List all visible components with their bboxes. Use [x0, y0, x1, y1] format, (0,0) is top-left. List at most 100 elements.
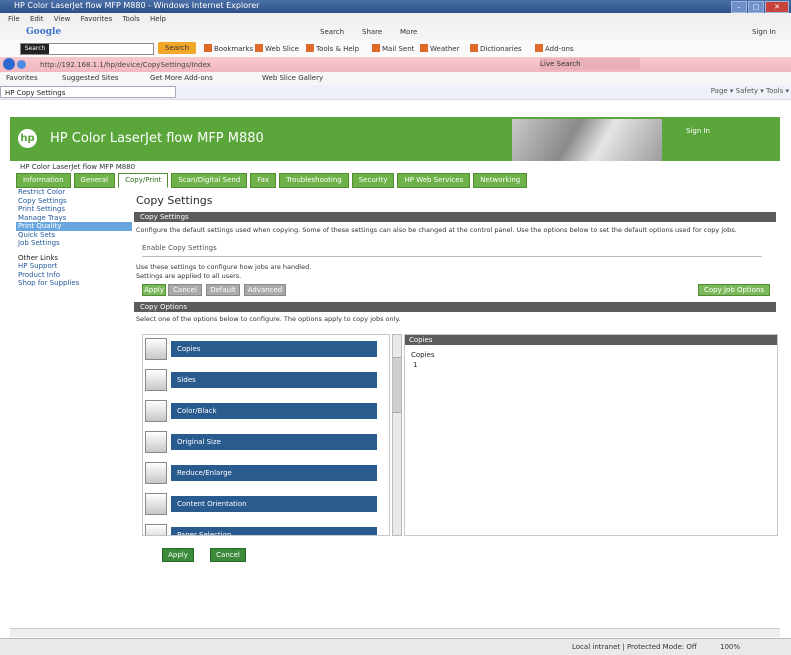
tab-troubleshooting[interactable]: Troubleshooting	[279, 173, 349, 188]
bookmark-icon	[306, 44, 314, 52]
info-text: Configure the default settings used when…	[136, 226, 737, 234]
google-toolbar: Google Search Share More Sign In	[0, 25, 791, 41]
bookmark-icon	[470, 44, 478, 52]
list-item[interactable]: Reduce/Enlarge	[145, 462, 377, 484]
advanced-button[interactable]: Advanced	[244, 284, 286, 296]
window-title: HP Color LaserJet flow MFP M880 - Window…	[14, 1, 260, 10]
signin-link[interactable]: Sign In	[686, 127, 710, 135]
list-item[interactable]: Content Orientation	[145, 493, 377, 515]
tab-security[interactable]: Security	[351, 173, 395, 188]
google-link-more[interactable]: More	[400, 28, 417, 36]
apply-button[interactable]: Apply	[142, 284, 166, 296]
sidebar-item[interactable]: Copy Settings	[16, 197, 132, 206]
bookmark-icon	[420, 44, 428, 52]
google-logo[interactable]: Google	[26, 27, 61, 37]
search-dropdown[interactable]: Search	[21, 44, 49, 54]
command-bar[interactable]: Page ▾ Safety ▾ Tools ▾	[711, 87, 789, 95]
window-titlebar: HP Color LaserJet flow MFP M880 - Window…	[0, 0, 791, 13]
favorites-link[interactable]: Get More Add-ons	[150, 74, 213, 82]
live-search-input[interactable]: Live Search	[540, 58, 640, 70]
hp-logo: hp	[18, 129, 37, 148]
menu-help[interactable]: Help	[150, 15, 166, 23]
tab-scan-digital-send[interactable]: Scan/Digital Send	[171, 173, 248, 188]
sidebar-item[interactable]: Quick Sets	[16, 231, 132, 240]
product-name: HP Color LaserJet flow MFP M880	[50, 131, 264, 146]
scroll-thumb[interactable]	[393, 357, 401, 413]
back-icon[interactable]	[3, 58, 15, 70]
tab-bar: HP Copy Settings Page ▾ Safety ▾ Tools ▾	[0, 85, 791, 100]
toolbar-search-input[interactable]: Search	[20, 43, 154, 55]
section-header: Copy Options	[134, 302, 776, 312]
detail-value[interactable]: 1	[413, 361, 417, 369]
sidebar-item[interactable]: Manage Trays	[16, 214, 132, 223]
forward-icon[interactable]	[17, 60, 26, 69]
section-header: Copy Settings	[134, 212, 776, 222]
bookmark-icon	[535, 44, 543, 52]
tab-information[interactable]: Information	[16, 173, 71, 188]
address-bar-row: http://192.168.1.1/hp/device/CopySetting…	[0, 57, 791, 73]
list-item[interactable]: Color/Black	[145, 400, 377, 422]
list-item[interactable]: Copies	[145, 338, 377, 360]
detail-header: Copies	[405, 335, 777, 345]
tab-copy-print[interactable]: Copy/Print	[118, 173, 169, 188]
cancel-button[interactable]: Cancel	[168, 284, 202, 296]
close-icon[interactable]: ✕	[765, 1, 789, 13]
status-bar: Local intranet | Protected Mode: Off 100…	[0, 638, 791, 655]
bookmark-item[interactable]: Tools & Help	[306, 44, 359, 53]
copy-icon	[145, 338, 167, 360]
favorites-link[interactable]: Web Slice Gallery	[262, 74, 323, 82]
google-signin[interactable]: Sign In	[752, 28, 776, 36]
tab-hp-copy-settings[interactable]: HP Copy Settings	[0, 86, 176, 98]
list-item[interactable]: Original Size	[145, 431, 377, 453]
tab-networking[interactable]: Networking	[473, 173, 528, 188]
tab-hp-web-services[interactable]: HP Web Services	[397, 173, 471, 188]
other-link[interactable]: Shop for Supplies	[16, 279, 132, 288]
favorites-link[interactable]: Suggested Sites	[62, 74, 119, 82]
other-links-heading: Other Links	[18, 253, 59, 262]
zoom-level[interactable]: 100%	[720, 643, 740, 651]
bookmark-item[interactable]: Mail Sent	[372, 44, 414, 53]
window-controls: – □ ✕	[731, 1, 789, 13]
options-scrollbar[interactable]	[392, 334, 402, 536]
list-item[interactable]: Sides	[145, 369, 377, 391]
other-link[interactable]: Product Info	[16, 271, 132, 280]
menu-edit[interactable]: Edit	[30, 15, 44, 23]
security-zone: Local intranet | Protected Mode: Off	[572, 643, 697, 651]
favorites-button[interactable]: Favorites	[6, 74, 38, 82]
footer-cancel-button[interactable]: Cancel	[210, 548, 246, 562]
sidebar-item[interactable]: Print Settings	[16, 205, 132, 214]
bookmark-item[interactable]: Add-ons	[535, 44, 574, 53]
bookmark-item[interactable]: Bookmarks	[204, 44, 253, 53]
footer-apply-button[interactable]: Apply	[162, 548, 194, 562]
google-link-share[interactable]: Share	[362, 28, 382, 36]
sidebar: Restrict Color Copy Settings Print Setti…	[16, 188, 132, 288]
sidebar-item[interactable]: Job Settings	[16, 239, 132, 248]
maximize-icon[interactable]: □	[748, 1, 764, 13]
menu-file[interactable]: File	[8, 15, 20, 23]
default-button[interactable]: Default	[206, 284, 240, 296]
list-item[interactable]: Paper Selection	[145, 524, 377, 535]
other-link[interactable]: HP Support	[16, 262, 132, 271]
minimize-icon[interactable]: –	[731, 1, 747, 13]
note-line: Use these settings to configure how jobs…	[136, 263, 312, 271]
tab-fax[interactable]: Fax	[250, 173, 277, 188]
bookmark-item[interactable]: Weather	[420, 44, 459, 53]
sidebar-item[interactable]: Restrict Color	[16, 188, 132, 197]
toolbar-search-button[interactable]: Search	[158, 42, 196, 54]
sides-icon	[145, 369, 167, 391]
horizontal-scrollbar[interactable]	[10, 628, 780, 637]
bookmark-item[interactable]: Dictionaries	[470, 44, 522, 53]
google-link-search[interactable]: Search	[320, 28, 344, 36]
settings-field[interactable]: Enable Copy Settings	[142, 244, 762, 257]
bookmark-icon	[372, 44, 380, 52]
page-viewport: hp HP Color LaserJet flow MFP M880 Sign …	[10, 105, 780, 635]
menu-tools[interactable]: Tools	[122, 15, 139, 23]
sidebar-item-selected[interactable]: Print Quality	[16, 222, 132, 231]
tab-general[interactable]: General	[73, 173, 116, 188]
bookmark-item[interactable]: Web Slice	[255, 44, 299, 53]
copy-job-options-button[interactable]: Copy Job Options	[698, 284, 770, 296]
main-nav: Information General Copy/Print Scan/Digi…	[16, 173, 528, 188]
reduce-enlarge-icon	[145, 462, 167, 484]
menu-favorites[interactable]: Favorites	[81, 15, 113, 23]
menu-view[interactable]: View	[54, 15, 71, 23]
